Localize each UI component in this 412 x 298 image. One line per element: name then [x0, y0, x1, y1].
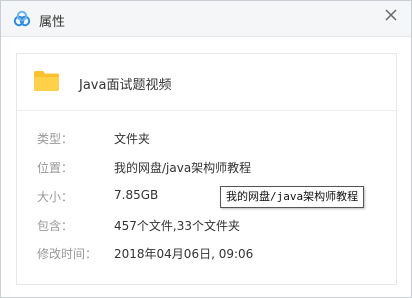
- property-row-modified: 修改时间： 2018年04月06日, 09:06: [17, 245, 396, 265]
- file-header: Java面试题视频: [17, 54, 396, 111]
- properties-dialog: 属性 Java面试题视频 类型： 文件夹 位置： 我的网盘/java架构师教程 …: [0, 0, 412, 298]
- property-label: 修改时间：: [37, 247, 98, 261]
- property-value: 文件夹: [114, 132, 151, 146]
- property-label: 位置：: [37, 161, 74, 175]
- property-row-contains: 包含： 457个文件,33个文件夹: [17, 217, 396, 237]
- property-label: 类型：: [37, 132, 74, 146]
- properties-panel: Java面试题视频 类型： 文件夹 位置： 我的网盘/java架构师教程 大小：…: [16, 53, 397, 285]
- property-label: 大小：: [37, 190, 74, 204]
- folder-icon: [34, 71, 59, 91]
- property-value: 457个文件,33个文件夹: [114, 219, 240, 233]
- file-name: Java面试题视频: [79, 78, 172, 93]
- location-tooltip: 我的网盘/java架构师教程: [220, 186, 365, 208]
- property-row-location: 位置： 我的网盘/java架构师教程: [17, 159, 396, 179]
- property-row-type: 类型： 文件夹: [17, 130, 396, 150]
- baidu-netdisk-logo-icon: [13, 10, 31, 27]
- property-value: 2018年04月06日, 09:06: [114, 247, 254, 261]
- location-link[interactable]: 我的网盘/java架构师教程: [114, 159, 251, 176]
- property-value: 7.85GB: [114, 188, 159, 202]
- close-icon[interactable]: [383, 7, 399, 23]
- property-label: 包含：: [37, 219, 74, 233]
- dialog-title: 属性: [39, 15, 66, 30]
- title-bar[interactable]: 属性: [1, 1, 411, 37]
